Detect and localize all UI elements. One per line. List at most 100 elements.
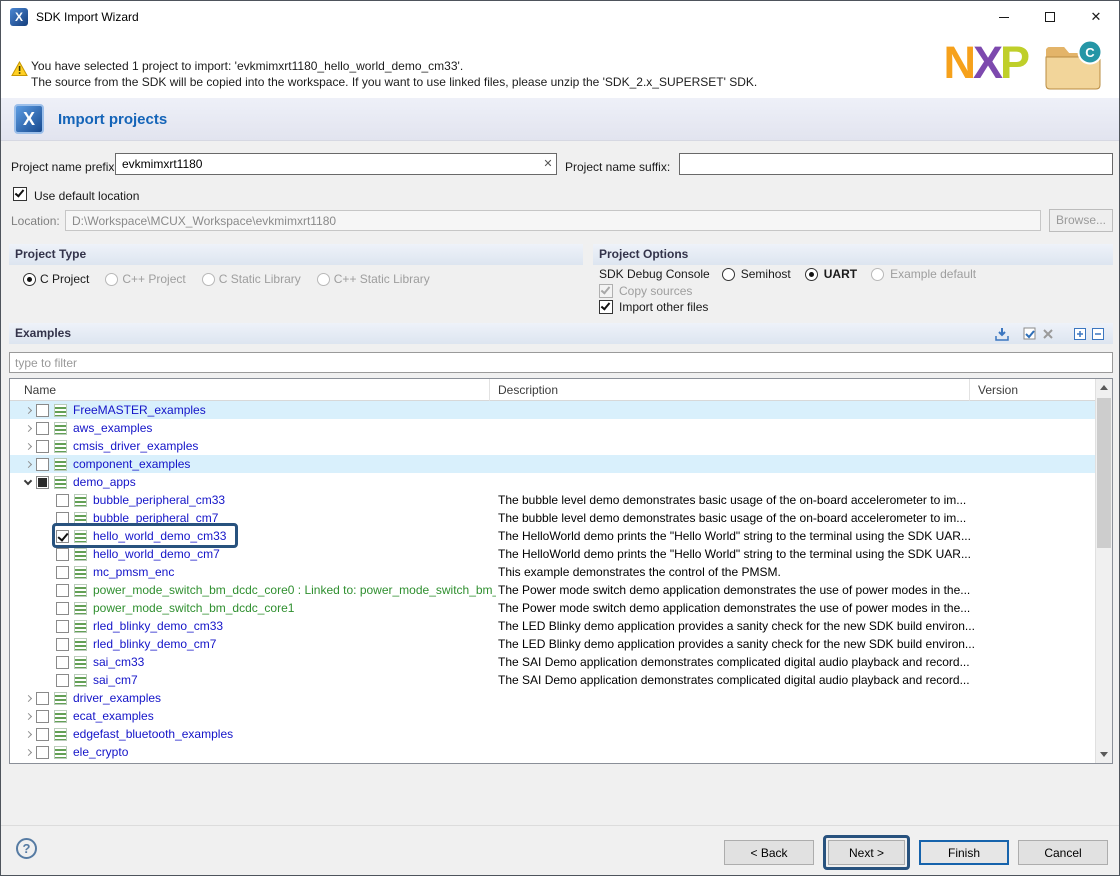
example-item-icon — [74, 566, 87, 579]
expand-arrow-icon[interactable] — [20, 438, 36, 454]
expand-arrow-icon[interactable] — [20, 402, 36, 418]
expand-arrow-icon[interactable] — [40, 510, 56, 526]
expand-arrow-icon[interactable] — [20, 456, 36, 472]
expand-arrow-icon[interactable] — [40, 618, 56, 634]
table-row[interactable]: edgefast_bluetooth_examples — [10, 725, 1097, 743]
table-row[interactable]: mc_pmsm_enc This example demonstrates th… — [10, 563, 1097, 581]
table-row[interactable]: rled_blinky_demo_cm33 The LED Blinky dem… — [10, 617, 1097, 635]
import-selection-icon[interactable] — [993, 325, 1011, 343]
select-all-icon[interactable] — [1021, 325, 1039, 343]
row-checkbox[interactable] — [56, 620, 69, 633]
table-row[interactable]: bubble_peripheral_cm7 The bubble level d… — [10, 509, 1097, 527]
scroll-up-icon[interactable] — [1096, 379, 1112, 396]
expand-arrow-icon[interactable] — [40, 582, 56, 598]
column-header-description[interactable]: Description — [490, 379, 970, 401]
row-checkbox[interactable] — [56, 512, 69, 525]
row-checkbox[interactable] — [56, 530, 69, 543]
next-button[interactable]: Next > — [828, 840, 905, 865]
expand-all-icon[interactable] — [1071, 325, 1089, 343]
help-button[interactable]: ? — [16, 838, 37, 859]
expand-arrow-icon[interactable] — [40, 528, 56, 544]
row-checkbox[interactable] — [36, 458, 49, 471]
expand-arrow-icon[interactable] — [40, 636, 56, 652]
table-row[interactable]: hello_world_demo_cm33 The HelloWorld dem… — [10, 527, 1097, 545]
row-checkbox[interactable] — [56, 566, 69, 579]
table-row[interactable]: driver_examples — [10, 689, 1097, 707]
expand-arrow-icon[interactable] — [20, 744, 36, 760]
vertical-scrollbar[interactable] — [1095, 379, 1112, 763]
row-checkbox[interactable] — [56, 584, 69, 597]
finish-button[interactable]: Finish — [919, 840, 1009, 865]
row-checkbox[interactable] — [36, 692, 49, 705]
expand-arrow-icon[interactable] — [40, 672, 56, 688]
minimize-button[interactable] — [981, 1, 1027, 33]
expand-arrow-icon[interactable] — [20, 708, 36, 724]
example-item-icon — [54, 710, 67, 723]
table-row[interactable]: rled_blinky_demo_cm7 The LED Blinky demo… — [10, 635, 1097, 653]
row-checkbox[interactable] — [56, 548, 69, 561]
expand-arrow-icon[interactable] — [20, 690, 36, 706]
scroll-down-icon[interactable] — [1096, 746, 1112, 763]
row-checkbox[interactable] — [56, 494, 69, 507]
expand-arrow-icon[interactable] — [40, 600, 56, 616]
expand-arrow-icon[interactable] — [40, 546, 56, 562]
table-row[interactable]: cmsis_driver_examples — [10, 437, 1097, 455]
table-row[interactable] — [10, 761, 1097, 763]
row-checkbox[interactable] — [56, 602, 69, 615]
clear-prefix-icon[interactable]: ✕ — [541, 157, 555, 171]
row-checkbox[interactable] — [36, 440, 49, 453]
expand-arrow-icon[interactable] — [20, 474, 36, 490]
row-checkbox[interactable] — [36, 404, 49, 417]
copy-sources-checkbox — [599, 284, 613, 298]
table-row[interactable]: power_mode_switch_bm_dcdc_core0 : Linked… — [10, 581, 1097, 599]
table-row[interactable]: component_examples — [10, 455, 1097, 473]
scrollbar-thumb[interactable] — [1097, 398, 1111, 548]
table-row[interactable]: FreeMASTER_examples — [10, 401, 1097, 419]
column-header-name[interactable]: Name — [10, 379, 490, 401]
row-checkbox[interactable] — [36, 422, 49, 435]
expand-arrow-icon[interactable] — [20, 420, 36, 436]
column-header-version[interactable]: Version — [970, 379, 1096, 401]
row-checkbox[interactable] — [56, 674, 69, 687]
filter-input[interactable] — [9, 352, 1113, 373]
expand-arrow-icon[interactable] — [20, 726, 36, 742]
close-button[interactable]: ✕ — [1073, 1, 1119, 33]
row-checkbox[interactable] — [56, 656, 69, 669]
row-name-cell: bubble_peripheral_cm33 — [10, 491, 496, 509]
table-row[interactable]: sai_cm7 The SAI Demo application demonst… — [10, 671, 1097, 689]
prefix-input[interactable] — [115, 153, 557, 175]
row-checkbox[interactable] — [36, 728, 49, 741]
table-row[interactable]: aws_examples — [10, 419, 1097, 437]
table-row[interactable]: bubble_peripheral_cm33 The bubble level … — [10, 491, 1097, 509]
row-checkbox[interactable] — [36, 476, 49, 489]
table-row[interactable]: ele_crypto — [10, 743, 1097, 761]
back-button[interactable]: < Back — [724, 840, 814, 865]
collapse-all-icon[interactable] — [1089, 325, 1107, 343]
radio-uart[interactable] — [805, 268, 818, 281]
suffix-input[interactable] — [679, 153, 1113, 175]
table-row[interactable]: ecat_examples — [10, 707, 1097, 725]
expand-arrow-icon[interactable] — [40, 654, 56, 670]
example-item-icon — [74, 512, 87, 525]
radio-semihost[interactable] — [722, 268, 735, 281]
expand-arrow-icon[interactable] — [20, 762, 36, 763]
deselect-all-icon[interactable] — [1039, 325, 1057, 343]
example-item-icon — [74, 548, 87, 561]
row-checkbox[interactable] — [56, 638, 69, 651]
table-row[interactable]: hello_world_demo_cm7 The HelloWorld demo… — [10, 545, 1097, 563]
row-checkbox[interactable] — [36, 710, 49, 723]
browse-button[interactable]: Browse... — [1049, 209, 1113, 232]
info-banner: You have selected 1 project to import: '… — [1, 33, 1119, 98]
import-other-files-checkbox[interactable] — [599, 300, 613, 314]
expand-arrow-icon[interactable] — [40, 564, 56, 580]
cancel-button[interactable]: Cancel — [1018, 840, 1108, 865]
table-row[interactable]: power_mode_switch_bm_dcdc_core1 The Powe… — [10, 599, 1097, 617]
radio-c-project[interactable] — [23, 273, 36, 286]
radio-cpp-static-library-label: C++ Static Library — [334, 272, 430, 286]
row-checkbox[interactable] — [36, 746, 49, 759]
maximize-button[interactable] — [1027, 1, 1073, 33]
table-row[interactable]: sai_cm33 The SAI Demo application demons… — [10, 653, 1097, 671]
expand-arrow-icon[interactable] — [40, 492, 56, 508]
use-default-location-checkbox[interactable] — [13, 187, 27, 201]
table-row[interactable]: demo_apps — [10, 473, 1097, 491]
